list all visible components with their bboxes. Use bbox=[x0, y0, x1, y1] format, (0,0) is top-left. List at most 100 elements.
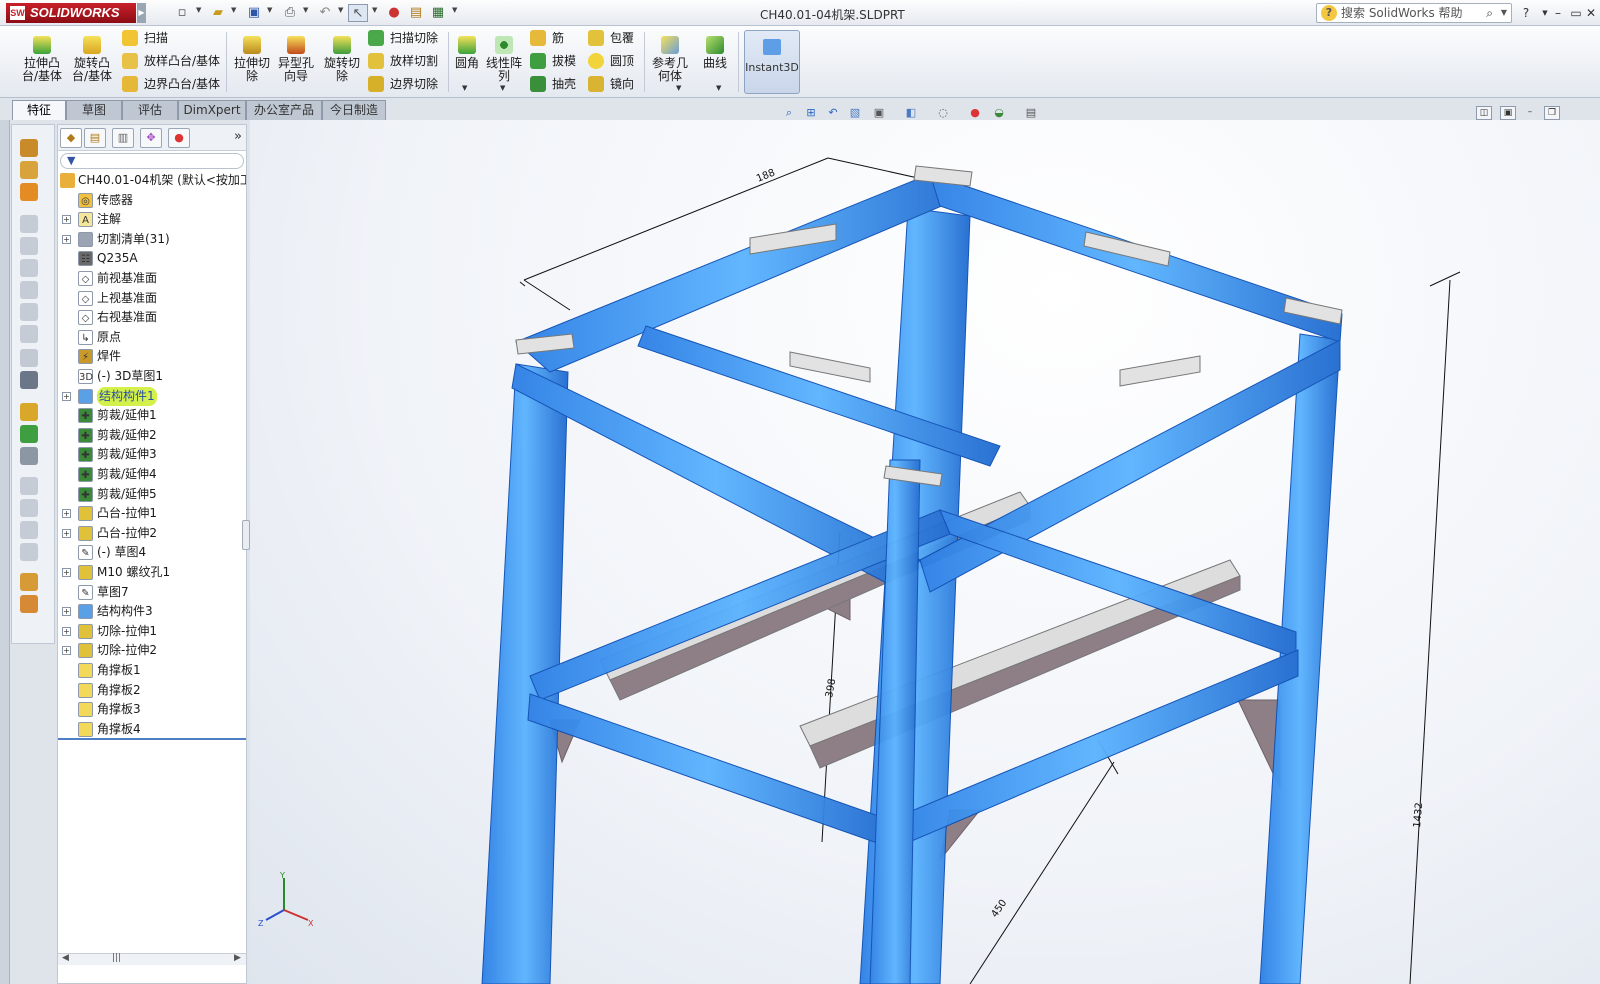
viewport-split-icon[interactable]: ◫ bbox=[1476, 106, 1492, 120]
options-icon[interactable]: ▦ bbox=[428, 4, 448, 22]
undo-icon[interactable]: ↶ bbox=[315, 4, 335, 22]
scroll-left-icon[interactable]: ◀ bbox=[62, 953, 69, 963]
fillet-bead-icon[interactable] bbox=[20, 281, 38, 299]
tree-item[interactable]: 角撑板1 bbox=[58, 661, 246, 680]
scroll-thumb[interactable]: ||| bbox=[112, 953, 121, 963]
viewport-link-icon[interactable]: ▣ bbox=[1500, 106, 1516, 120]
options-dropdown-icon[interactable]: ▼ bbox=[452, 6, 457, 14]
scene-icon[interactable] bbox=[20, 595, 38, 613]
curves-dropdown-icon[interactable]: ▼ bbox=[716, 84, 721, 92]
view-tool-icon[interactable] bbox=[20, 349, 38, 367]
tree-item[interactable]: ⚡ 焊件 bbox=[58, 347, 246, 366]
new-dropdown-icon[interactable]: ▼ bbox=[196, 6, 201, 14]
help-search-input[interactable]: 搜索 SolidWorks 帮助 bbox=[1341, 6, 1463, 20]
new-document-icon[interactable]: ▫ bbox=[172, 4, 192, 22]
lofted-cut-button[interactable]: 放样切割 bbox=[368, 51, 438, 71]
tree-item[interactable]: + 切割清单(31) bbox=[58, 230, 246, 249]
solidworks-logo[interactable]: SW SOLIDWORKS bbox=[6, 3, 136, 23]
end-cap-icon[interactable] bbox=[20, 215, 38, 233]
edit-appearance-icon[interactable]: ● bbox=[966, 104, 984, 122]
tree-item[interactable]: ✚ 剪裁/延伸1 bbox=[58, 406, 246, 425]
tree-item[interactable]: ↳ 原点 bbox=[58, 328, 246, 347]
tab-sketch[interactable]: 草图 bbox=[66, 100, 122, 120]
tree-item[interactable]: + 结构构件1 bbox=[58, 386, 246, 406]
expand-icon[interactable]: + bbox=[62, 215, 71, 225]
tab-features[interactable]: 特征 bbox=[12, 100, 66, 120]
configuration-manager-tab-icon[interactable]: ▥ bbox=[112, 128, 134, 148]
previous-view-icon[interactable]: ↶ bbox=[824, 104, 842, 122]
undo-dropdown-icon[interactable]: ▼ bbox=[338, 6, 343, 14]
hole-wizard-button[interactable]: 异型孔向导 bbox=[274, 30, 318, 96]
tree-item[interactable]: + A 注解 bbox=[58, 210, 246, 229]
zoom-to-area-icon[interactable]: ⊞ bbox=[802, 104, 820, 122]
zoom-to-fit-icon[interactable]: ⌕ bbox=[780, 104, 798, 122]
extruded-cut-button[interactable]: 拉伸切除 bbox=[230, 30, 274, 96]
tree-item[interactable]: + M10 螺纹孔1 bbox=[58, 563, 246, 582]
rollback-bar[interactable] bbox=[58, 738, 246, 740]
delete-body-icon[interactable] bbox=[20, 521, 38, 539]
view-orientation-icon[interactable]: ▣ bbox=[870, 104, 888, 122]
apply-scene-icon[interactable]: ◒ bbox=[990, 104, 1008, 122]
help-search-box[interactable]: ? 搜索 SolidWorks 帮助 ⌕ ▼ bbox=[1316, 3, 1512, 23]
tree-item[interactable]: ◇ 前视基准面 bbox=[58, 269, 246, 288]
expand-icon[interactable]: + bbox=[62, 607, 71, 617]
weld-bead-icon[interactable] bbox=[20, 259, 38, 277]
loft-button[interactable]: 放样凸台/基体 bbox=[122, 51, 220, 71]
dimxpert-tab-icon[interactable]: ✥ bbox=[140, 128, 162, 148]
print-dropdown-icon[interactable]: ▼ bbox=[303, 6, 308, 14]
draft-button[interactable]: 拔模 bbox=[530, 51, 576, 71]
expand-panel-icon[interactable]: » bbox=[234, 129, 242, 144]
tree-item[interactable]: + 切除-拉伸1 bbox=[58, 622, 246, 641]
search-icon[interactable]: ⌕ bbox=[1486, 4, 1493, 22]
restore-icon[interactable]: ▭ bbox=[1566, 4, 1586, 22]
tab-manufacturing[interactable]: 今日制造 bbox=[322, 100, 386, 120]
tree-item[interactable]: ✎ (-) 草图4 bbox=[58, 543, 246, 562]
tree-item[interactable]: + 切除-拉伸2 bbox=[58, 641, 246, 660]
expand-icon[interactable]: + bbox=[62, 391, 71, 401]
tree-item[interactable]: ◇ 右视基准面 bbox=[58, 308, 246, 327]
cut-tool-icon[interactable] bbox=[20, 425, 38, 443]
ref-geometry-dropdown-icon[interactable]: ▼ bbox=[676, 84, 681, 92]
graphics-area[interactable]: 188 398 1432 450 Y X Z bbox=[250, 120, 1600, 984]
curves-button[interactable]: 曲线 bbox=[698, 30, 732, 96]
save-icon[interactable]: ▣ bbox=[244, 4, 264, 22]
menu-expand-arrow-icon[interactable]: ▶ bbox=[137, 3, 146, 23]
revolved-boss-button[interactable]: 旋转凸台/基体 bbox=[70, 30, 114, 96]
structural-member-tool-icon[interactable] bbox=[20, 161, 38, 179]
3d-model-frame[interactable]: 188 398 1432 450 bbox=[250, 120, 1600, 984]
sketch-tool-icon[interactable] bbox=[20, 303, 38, 321]
fillet-dropdown-icon[interactable]: ▼ bbox=[462, 84, 467, 92]
view-settings-icon[interactable]: ▤ bbox=[1022, 104, 1040, 122]
instant3d-button[interactable]: Instant3D bbox=[744, 30, 800, 94]
display-manager-tab-icon[interactable]: ● bbox=[168, 128, 190, 148]
weldment-icon[interactable] bbox=[20, 139, 38, 157]
tree-item[interactable]: + 凸台-拉伸2 bbox=[58, 524, 246, 543]
display-style-icon[interactable]: ◧ bbox=[902, 104, 920, 122]
expand-icon[interactable]: + bbox=[62, 646, 71, 656]
hole-tool-icon[interactable] bbox=[20, 447, 38, 465]
tree-item[interactable]: ✚ 剪裁/延伸5 bbox=[58, 485, 246, 504]
tree-item[interactable]: 角撑板2 bbox=[58, 681, 246, 700]
feature-tree-tab-icon[interactable]: ◆ bbox=[60, 128, 82, 148]
section-view-icon[interactable]: ▧ bbox=[846, 104, 864, 122]
reference-geometry-button[interactable]: 参考几何体 bbox=[648, 30, 692, 96]
rib-button[interactable]: 筋 bbox=[530, 28, 564, 48]
tree-filter-input[interactable]: ▼ bbox=[60, 153, 244, 169]
combine-icon[interactable] bbox=[20, 543, 38, 561]
search-dropdown-icon[interactable]: ▼ bbox=[1501, 4, 1507, 22]
tree-item[interactable]: 角撑板3 bbox=[58, 700, 246, 719]
tree-item[interactable]: ✚ 剪裁/延伸2 bbox=[58, 426, 246, 445]
print-icon[interactable]: ⎙ bbox=[280, 4, 300, 22]
gusset-tool-icon[interactable] bbox=[20, 237, 38, 255]
appearance-icon[interactable] bbox=[20, 573, 38, 591]
tree-item[interactable]: ✚ 剪裁/延伸3 bbox=[58, 445, 246, 464]
viewport-restore-icon[interactable]: ❐ bbox=[1544, 106, 1560, 120]
tab-evaluate[interactable]: 评估 bbox=[122, 100, 178, 120]
viewport-minimize-icon[interactable]: – bbox=[1522, 106, 1538, 120]
close-icon[interactable]: ✕ bbox=[1584, 4, 1598, 22]
dome-button[interactable]: 圆顶 bbox=[588, 51, 634, 71]
sweep-button[interactable]: 扫描 bbox=[122, 28, 168, 48]
boundary-cut-button[interactable]: 边界切除 bbox=[368, 74, 438, 94]
select-pointer-icon[interactable]: ↖ bbox=[348, 4, 368, 22]
open-folder-icon[interactable]: ▰ bbox=[208, 4, 228, 22]
